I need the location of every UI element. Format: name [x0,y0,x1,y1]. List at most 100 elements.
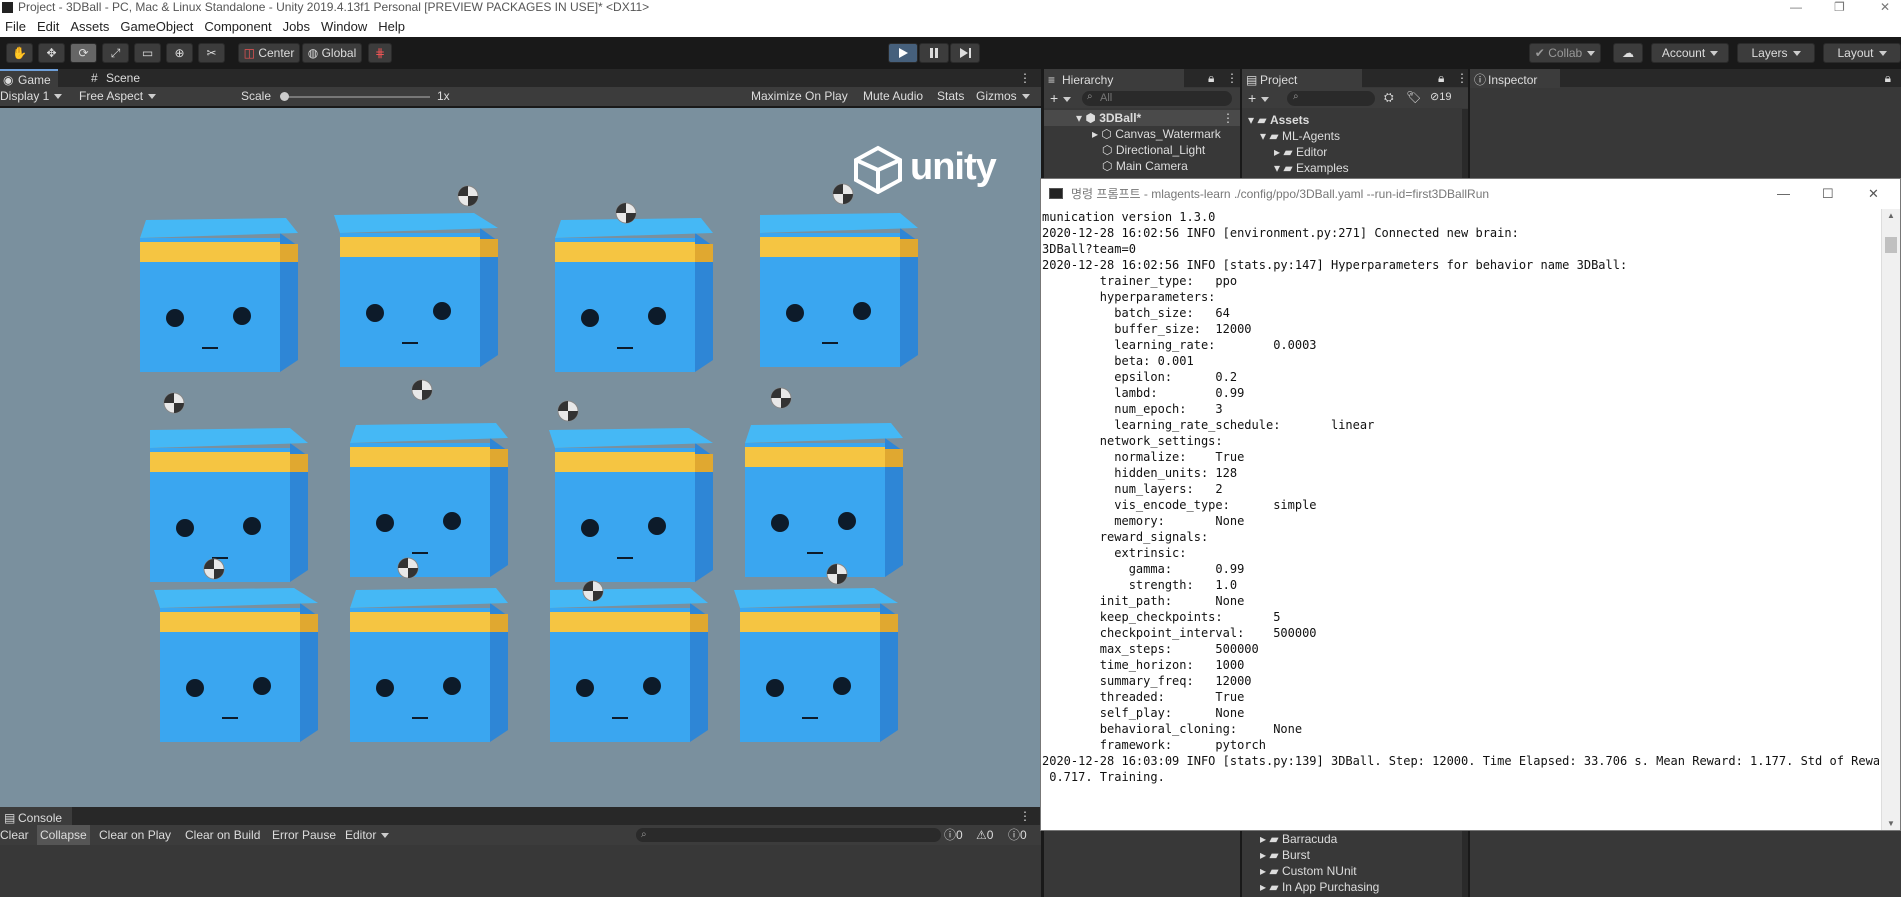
pivot-global-button[interactable]: ◍ Global [302,43,362,63]
filter-label-icon[interactable]: 🏷︎ [1406,90,1421,104]
menu-help[interactable]: Help [373,16,411,34]
transform-tool-icon[interactable]: ⊕ [166,43,193,63]
tab-game[interactable]: ◉ Game [0,69,58,88]
rotate-tool-icon[interactable]: ⟳ [70,43,97,63]
cube-eye [253,677,271,695]
cube-band-side [900,239,918,257]
scale-slider-handle[interactable] [280,92,289,101]
collapsed-arrow-icon: ▸ [1260,864,1267,878]
menu-component[interactable]: Component [199,16,277,34]
menu-jobs[interactable]: Jobs [278,16,316,34]
lock-icon[interactable]: 🔒︎ [1438,69,1444,87]
collab-button[interactable]: ✔ Collab [1529,43,1601,63]
hierarchy-menu-icon[interactable]: ⋮ [1226,69,1238,87]
aspect-dropdown[interactable]: Free Aspect [79,87,233,106]
mlagents-folder[interactable]: ▾ ▰ ML-Agents [1260,128,1340,144]
hierarchy-search-input[interactable]: All [1082,91,1232,106]
examples-folder[interactable]: ▾ ▰ Examples [1274,160,1349,176]
assets-folder[interactable]: ▾ ▰ Assets [1248,112,1309,128]
cube-top [555,218,713,238]
pause-button[interactable] [919,43,949,63]
menu-file[interactable]: File [0,16,32,34]
info-count-toggle[interactable]: ⓘ0 [944,825,963,845]
mute-audio-toggle[interactable]: Mute Audio [863,87,923,106]
scroll-thumb[interactable] [1885,237,1897,253]
menu-gameobject[interactable]: GameObject [115,16,199,34]
minimize-icon[interactable]: — [1777,179,1790,209]
clear-button[interactable]: Clear [0,825,29,845]
filter-type-icon[interactable]: ⛭ [1384,90,1394,105]
cmd-title-bar[interactable]: 명령 프롬프트 - mlagents-learn ./config/ppo/3D… [1041,179,1900,209]
search-icon: ⌕ [1293,91,1299,102]
package-folder[interactable]: ▸ ▰ Burst [1260,847,1310,863]
close-icon[interactable]: ✕ [1880,0,1890,15]
hidden-count-badge[interactable]: ⊘19 [1430,90,1451,103]
scene-row[interactable]: ▾ ⬢ 3DBall* ⋮ [1044,110,1240,126]
hierarchy-item-label: Directional_Light [1115,143,1206,157]
hand-tool-icon[interactable]: ✋ [6,43,33,63]
close-icon[interactable]: ✕ [1868,179,1879,209]
menu-edit[interactable]: Edit [32,16,65,34]
game-viewport[interactable]: unity [0,108,1041,808]
minimize-icon[interactable]: — [1790,0,1802,15]
command-prompt-window[interactable]: 명령 프롬프트 - mlagents-learn ./config/ppo/3D… [1040,178,1901,831]
panel-menu-icon[interactable]: ⋮ [1019,69,1031,87]
console-menu-icon[interactable]: ⋮ [1019,807,1031,825]
hierarchy-item[interactable]: ▸ ⬡ Canvas_Watermark [1092,126,1221,142]
clear-on-build-toggle[interactable]: Clear on Build [185,825,260,845]
warning-count: 0 [986,828,994,842]
tab-hierarchy[interactable]: ≡ Hierarchy [1044,69,1184,88]
package-folder[interactable]: ▸ ▰ Barracuda [1260,831,1337,847]
error-count-toggle[interactable]: ⓘ0 [1008,825,1027,845]
layout-dropdown[interactable]: Layout [1823,43,1901,63]
maximize-on-play-toggle[interactable]: Maximize On Play [751,87,848,106]
scroll-up-icon[interactable]: ▲ [1887,211,1895,220]
move-tool-icon[interactable]: ✥ [38,43,65,63]
play-button[interactable] [888,43,918,63]
project-create-button[interactable]: + [1248,90,1269,106]
create-button[interactable]: + [1050,90,1071,106]
display-dropdown[interactable]: Display 1 [0,87,72,106]
scene-menu-icon[interactable]: ⋮ [1222,110,1234,126]
gizmos-dropdown[interactable]: Gizmos [976,87,1030,106]
cloud-icon[interactable]: ☁ [1613,43,1643,63]
cmd-scrollbar[interactable]: ▲ ▼ [1881,209,1900,830]
lock-icon[interactable]: 🔒︎ [1885,69,1891,87]
custom-tool-icon[interactable]: ✂ [198,43,225,63]
layers-dropdown[interactable]: Layers [1737,43,1815,63]
restore-icon[interactable]: ❐ [1834,0,1845,15]
collapse-toggle[interactable]: Collapse [37,825,90,845]
menu-assets[interactable]: Assets [65,16,115,34]
scroll-down-icon[interactable]: ▼ [1887,819,1895,828]
hierarchy-item[interactable]: ⬡ Directional_Light [1102,142,1205,158]
scale-slider[interactable] [282,96,430,98]
rect-tool-icon[interactable]: ▭ [134,43,161,63]
tab-inspector[interactable]: ⓘ Inspector [1470,69,1560,88]
tab-console[interactable]: ▤ Console [0,807,72,826]
project-search-input[interactable] [1287,91,1375,106]
package-folder[interactable]: ▸ ▰ In App Purchasing [1260,879,1379,895]
tab-scene[interactable]: # Scene [88,69,146,88]
ball-pattern [412,380,422,390]
ball-pattern [771,388,781,398]
stats-toggle[interactable]: Stats [937,87,964,106]
step-button[interactable] [950,43,980,63]
lock-icon[interactable]: 🔒︎ [1208,69,1214,87]
pause-icon [930,48,938,58]
pivot-center-button[interactable]: ◫ Center [238,43,300,63]
menu-window[interactable]: Window [316,16,373,34]
hierarchy-item[interactable]: ⬡ Main Camera [1102,158,1188,174]
editor-folder[interactable]: ▸ ▰ Editor [1274,144,1327,160]
editor-dropdown[interactable]: Editor [345,825,389,845]
project-menu-icon[interactable]: ⋮ [1456,69,1468,87]
scale-tool-icon[interactable]: ⤢ [102,43,129,63]
error-pause-toggle[interactable]: Error Pause [272,825,336,845]
clear-on-play-toggle[interactable]: Clear on Play [99,825,171,845]
package-folder[interactable]: ▸ ▰ Custom NUnit [1260,863,1357,879]
account-dropdown[interactable]: Account [1651,43,1729,63]
tab-project[interactable]: ▤ Project [1242,69,1362,88]
maximize-icon[interactable]: ☐ [1822,179,1834,209]
warning-count-toggle[interactable]: ⚠0 [976,825,993,845]
console-search-input[interactable] [636,828,941,842]
snap-grid-icon[interactable]: ⋕ [368,43,392,63]
